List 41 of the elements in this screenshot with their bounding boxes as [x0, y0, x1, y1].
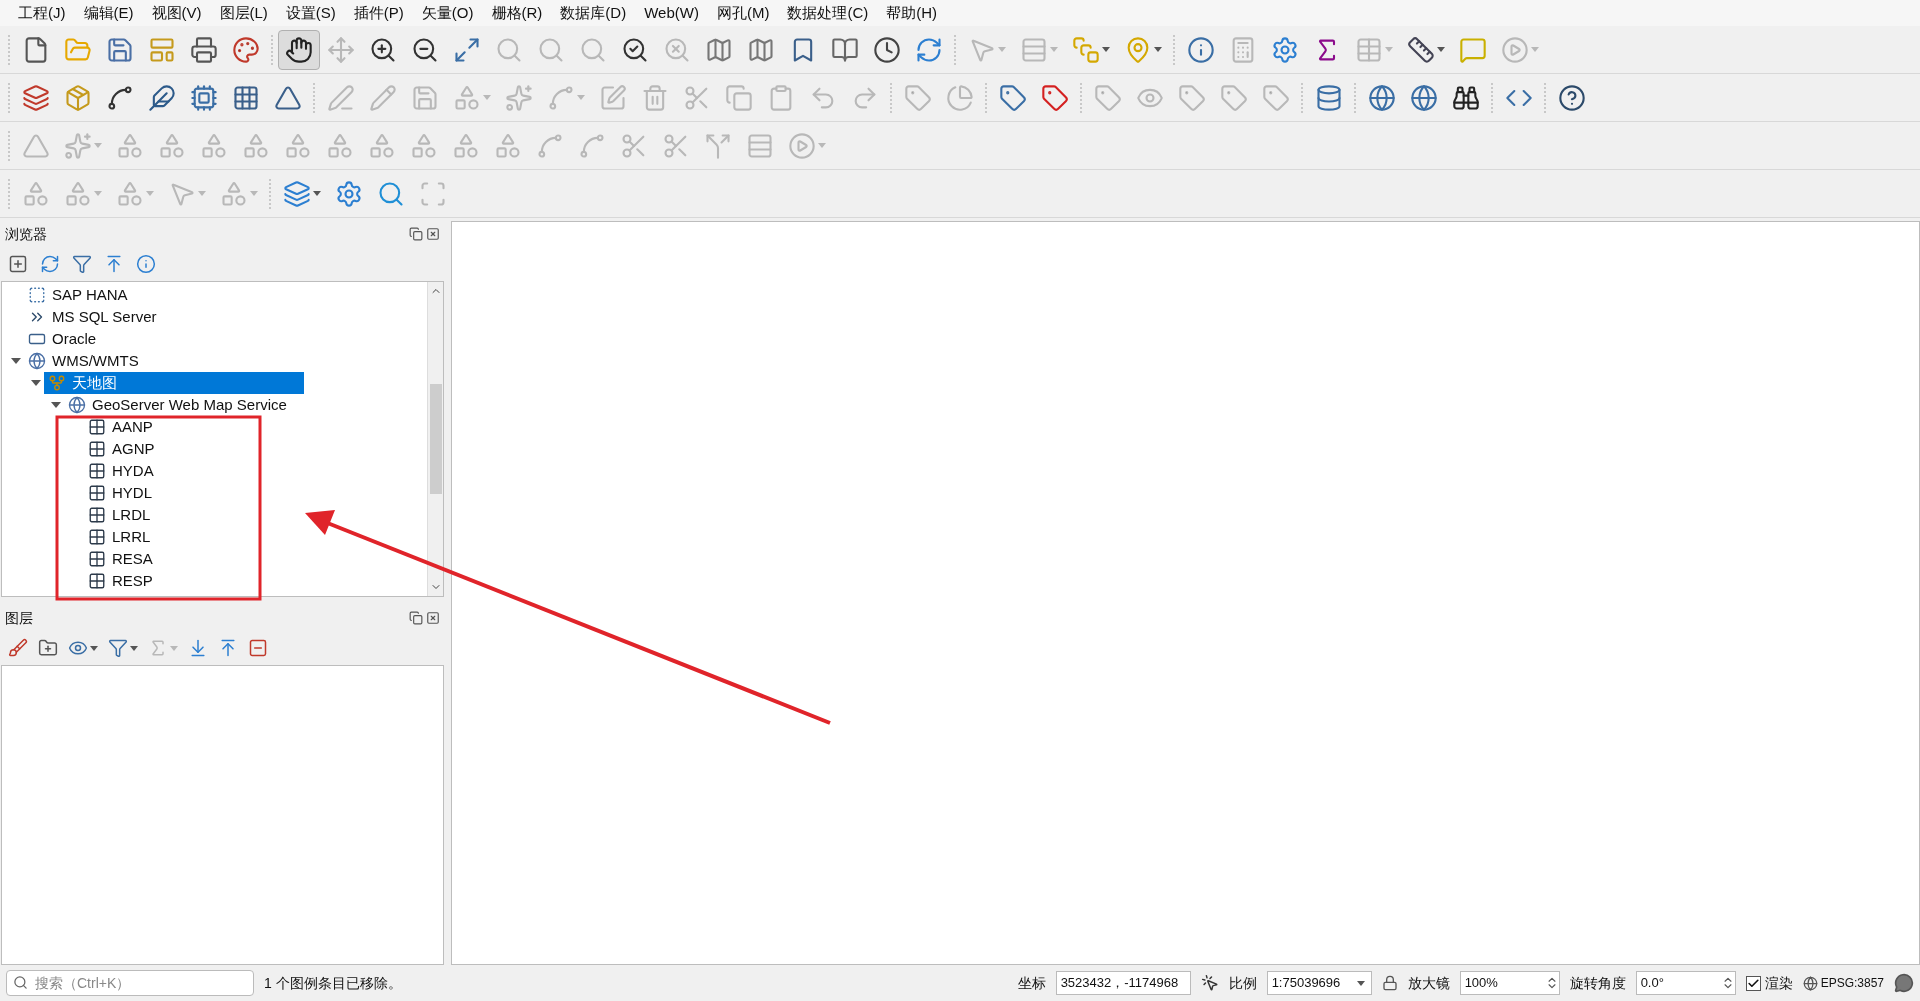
tree-item[interactable]: WMS/WMTS	[24, 350, 145, 372]
coordinate-field[interactable]: 3523432，-1174968	[1055, 971, 1191, 995]
rotation-label: 旋转角度	[1569, 973, 1626, 993]
scale-dropdown[interactable]: 1:75039696	[1266, 971, 1372, 995]
menu-item[interactable]: 栅格(R)	[483, 1, 551, 25]
menu-item[interactable]: 视图(V)	[143, 1, 210, 25]
search-field[interactable]: 搜索（Ctrl+K）	[6, 970, 254, 996]
menu-item[interactable]: 网孔(M)	[708, 1, 778, 25]
tree-item[interactable]: AANP	[84, 416, 159, 438]
status-message: 1 个图例条目已移除。	[264, 973, 402, 993]
tree-item[interactable]: SAP HANA	[24, 284, 134, 306]
tree-item[interactable]: RESA	[84, 548, 159, 570]
tree-item[interactable]: AGNP	[84, 438, 161, 460]
coordinate-label: 坐标	[1017, 973, 1046, 993]
tree-item[interactable]: HYDA	[84, 460, 160, 482]
menu-item[interactable]: 图层(L)	[211, 1, 276, 25]
tree-item[interactable]: MS SQL Server	[24, 306, 163, 328]
magnifier-label: 放大镜	[1407, 973, 1450, 993]
tree-item[interactable]: 天地图	[44, 372, 304, 394]
menu-item[interactable]: 插件(P)	[345, 1, 412, 25]
panel-title: 图层	[5, 608, 33, 628]
menu-item[interactable]: 编辑(E)	[75, 1, 142, 25]
render-label: 渲染	[1764, 973, 1793, 993]
rotation-spinbox[interactable]: 0.0°	[1635, 971, 1736, 995]
tree-item[interactable]: RESP	[84, 570, 159, 592]
tree-item[interactable]: Oracle	[24, 328, 103, 350]
panel-title: 浏览器	[5, 224, 47, 244]
menu-item[interactable]: 数据库(D)	[552, 1, 635, 25]
magnifier-spinbox[interactable]: 100%	[1459, 971, 1560, 995]
menu-item[interactable]: 数据处理(C)	[779, 1, 877, 25]
scale-label: 比例	[1228, 973, 1257, 993]
tree-item[interactable]: HYDL	[84, 482, 158, 504]
menu-item[interactable]: 矢量(O)	[413, 1, 482, 25]
menu-item[interactable]: 设置(S)	[277, 1, 344, 25]
tree-item[interactable]: LRRL	[84, 526, 157, 548]
menu-item[interactable]: 帮助(H)	[878, 1, 946, 25]
crs-button[interactable]: EPSG:3857	[1802, 974, 1884, 992]
menu-item[interactable]: 工程(J)	[10, 1, 74, 25]
menu-item[interactable]: Web(W)	[636, 1, 707, 25]
tree-item[interactable]: LRDL	[84, 504, 157, 526]
tree-item[interactable]: GeoServer Web Map Service	[64, 394, 293, 416]
